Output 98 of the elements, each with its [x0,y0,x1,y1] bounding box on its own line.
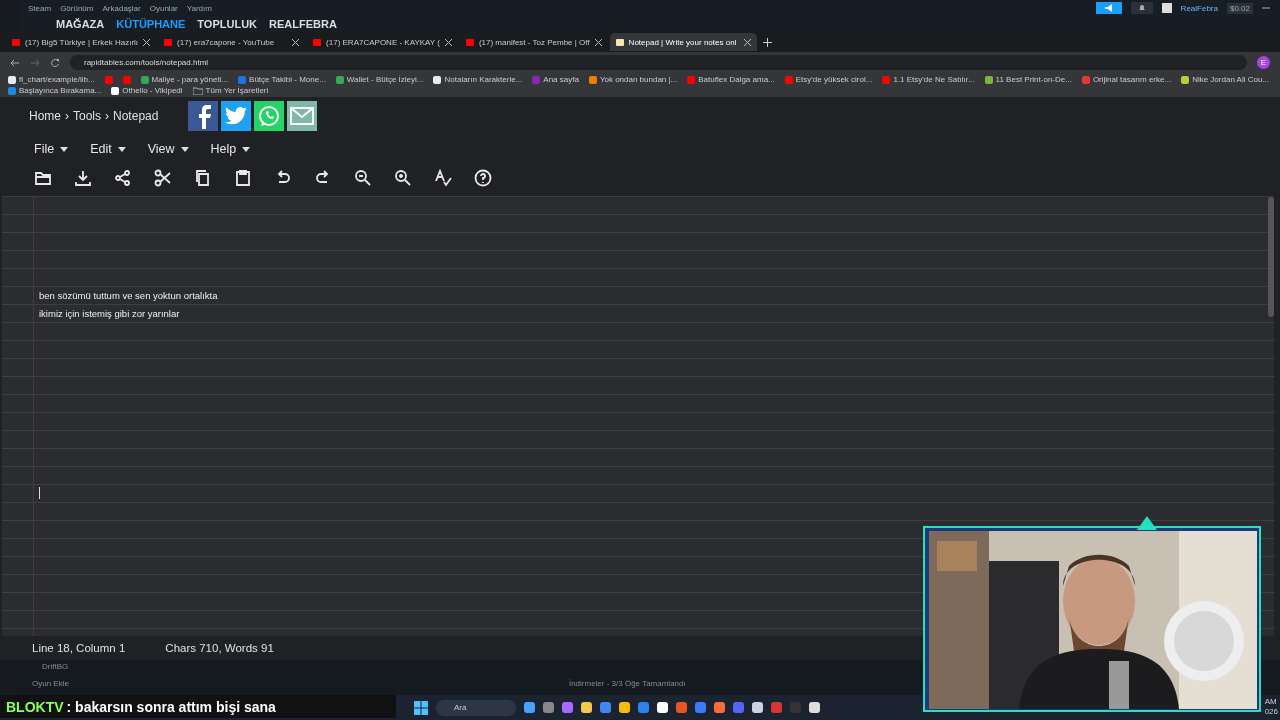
clipboard-icon[interactable] [234,169,252,187]
notepad-text-area[interactable]: ben sözümü tuttum ve sen yoktun ortalıkta ikimiz için istemiş gibi zor yarınlar [2,196,1274,636]
email-icon[interactable] [287,101,318,131]
character-count: Chars 710, Words 91 [165,642,274,654]
bookmark[interactable]: Othello - Vikipedi [111,86,183,95]
app-icon[interactable] [581,702,592,713]
browser-tab[interactable]: (17) manifest - Toz Pembe | Off [459,33,608,51]
bookmark[interactable]: Bütçe Takibi - Mone... [238,75,326,84]
cursor-position: Line 18, Column 1 [32,642,126,654]
browser-tab[interactable]: Notepad | Write your notes onl [609,33,757,51]
caret-icon [60,146,69,152]
close-icon[interactable] [743,38,751,46]
nav-tab[interactable]: KÜTÜPHANE [116,16,186,32]
bookmark[interactable]: fl_chart/example/lib... [8,75,95,84]
app-icon[interactable] [714,702,725,713]
browser-tab[interactable]: (17) Big5 Türkiye | Erkek Hazırlı [6,33,157,51]
spellcheck-icon[interactable] [434,169,452,187]
nav-tab[interactable]: TOPLULUK [197,16,258,32]
menu-dropdown[interactable]: View [147,142,189,156]
close-icon[interactable] [594,38,602,46]
folder-icon [192,86,203,95]
notification-button[interactable] [1130,2,1153,14]
breadcrumb-separator: › [65,109,69,123]
app-icon[interactable] [657,702,668,713]
megaphone-icon [1103,4,1114,12]
app-icon[interactable] [619,702,630,713]
bookmark[interactable]: Etsy'de yüksek cirol... [784,75,873,84]
zoom-out-icon[interactable] [354,169,372,187]
breadcrumb-link[interactable]: Notepad [113,109,159,123]
bookmark[interactable]: Batuflex Dalga ama... [687,75,775,84]
all-bookmarks[interactable]: Tüm Yer İşaretleri [192,86,269,95]
bookmark[interactable]: Nike Jordan All Cou... [1181,75,1270,84]
text-line: ikimiz için istemiş gibi zor yarınlar [39,307,181,321]
menu-item[interactable]: Yardım [186,3,212,13]
breadcrumb-link[interactable]: Home [29,109,61,123]
menu-item[interactable]: Oyunlar [149,3,178,13]
app-icon[interactable] [752,702,763,713]
app-icon[interactable] [524,702,535,713]
download-icon[interactable] [74,169,92,187]
menu-dropdown[interactable]: File [34,142,69,156]
share-icon[interactable] [114,169,132,187]
chat-message: : bakarsın sonra attım bişi sana [66,698,276,715]
twitter-icon[interactable] [221,101,252,131]
browser-tab[interactable]: (17) era7capone - YouTube [158,33,306,51]
back-icon[interactable] [10,57,20,68]
bookmark[interactable]: Orijinal tasarım erke... [1081,75,1172,84]
bookmark[interactable]: Başlayınca Bırakama... [8,86,102,95]
caret-icon [242,146,251,152]
bookmark[interactable]: 1.1 Etsy'de Ne Satılır... [882,75,975,84]
menu-item[interactable]: Steam [28,3,52,13]
clock-text: 026 [1264,707,1278,717]
menu-item[interactable]: Görünüm [60,3,94,13]
game-item[interactable]: DriftBG [42,662,69,671]
minimize-icon[interactable] [1262,4,1270,12]
menu-item[interactable]: Arkadaşlar [102,3,141,13]
search-field[interactable]: Ara [436,699,516,716]
nav-tab[interactable]: REALFEBRA [269,16,337,32]
bookmark[interactable]: Maliye - para yöneti... [140,75,229,84]
bookmark[interactable]: Wallet - Bütçe İzleyi... [335,75,424,84]
zoom-in-icon[interactable] [394,169,412,187]
scissors-icon[interactable] [154,169,172,187]
address-bar[interactable]: rapidtables.com/tools/notepad.html [70,55,1247,70]
bell-icon [1137,4,1146,12]
bookmark[interactable]: Ana sayfa [532,75,579,84]
start-icon[interactable] [414,700,428,715]
close-icon[interactable] [143,38,151,46]
caret-icon [117,146,126,152]
breadcrumb-separator: › [105,109,110,123]
bookmark-icon[interactable] [104,75,113,84]
bookmark[interactable]: Yok ondan bundan |... [588,75,678,84]
copy-icon[interactable] [194,169,212,187]
bookmark[interactable]: Notaların Karakterle... [433,75,523,84]
folder-icon[interactable] [34,169,52,187]
caret-icon [180,146,189,152]
whatsapp-icon[interactable] [254,101,285,131]
facebook-icon[interactable] [188,101,219,131]
avatar-icon [1161,3,1172,13]
add-game-button[interactable]: Oyun Ekle [32,679,69,688]
app-icon[interactable] [809,702,820,713]
bookmark[interactable]: 11 Best Print-on-De... [984,75,1072,84]
nav-tab[interactable]: MAĞAZA [56,16,105,32]
bookmark-icon[interactable] [122,75,131,84]
text-line: ben sözümü tuttum ve sen yoktun ortalıkta [39,289,219,303]
user-name[interactable]: RealFebra [1180,3,1218,13]
reload-icon[interactable] [50,57,60,68]
profile-avatar[interactable]: E [1257,56,1270,69]
downloads-status[interactable]: İndirmeler - 3/3 Öğe Tamamlandı [568,679,686,688]
breadcrumb-link[interactable]: Tools [73,109,102,123]
help-icon[interactable] [474,169,492,187]
wallet-balance: $0.02 [1226,2,1253,14]
close-icon[interactable] [444,38,452,46]
menu-dropdown[interactable]: Help [210,142,251,156]
chat-username: BLOKTV [6,698,64,715]
close-icon[interactable] [292,38,300,46]
browser-tab[interactable]: (17) ERA7CAPONE - KAYKAY ( [307,33,458,51]
clock-text: AM [1264,697,1278,707]
broadcast-button[interactable] [1095,2,1122,14]
menu-dropdown[interactable]: Edit [90,142,126,156]
